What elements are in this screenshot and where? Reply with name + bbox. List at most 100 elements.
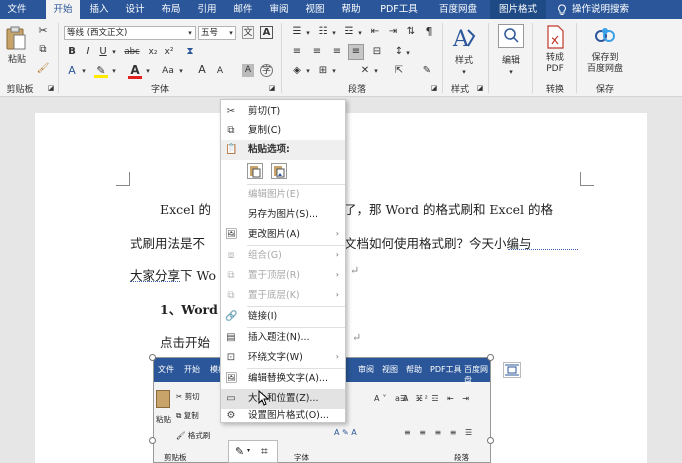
paste-button[interactable] [5,25,27,51]
asian-typography-icon[interactable]: ⇱ [392,65,406,77]
convert-pdf-icon[interactable] [544,24,566,50]
baidu-cloud-icon[interactable] [592,24,618,48]
styles-dialog-launcher[interactable]: ◪ [476,82,484,94]
doc-text-line[interactable]: Excel 的 [160,199,211,218]
paste-keep-format-icon[interactable] [247,163,263,179]
tab-file[interactable]: 文件 [0,0,34,19]
tab-layout[interactable]: 布局 [154,0,188,19]
change-case-button[interactable]: Aa [160,65,176,77]
chevron-down-icon[interactable]: ▾ [110,46,118,58]
crop-icon[interactable]: ⌗ [261,444,268,459]
font-color-icon[interactable]: A [128,64,142,76]
chinese-layout-icon[interactable]: ✕ [358,65,372,77]
pinyin-icon[interactable]: ✎ [420,65,434,77]
distributed-icon[interactable]: ⊟ [370,46,384,58]
superscript-icon[interactable]: x² [162,46,176,58]
doc-text-line[interactable]: 文档如何使用格式刷？今天小编与 [344,233,532,252]
doc-heading[interactable]: 1、Word [160,299,218,318]
menu-item-format-picture[interactable]: ⚙ 设置图片格式(O)... [221,409,345,423]
tab-pdf-tools[interactable]: PDF工具 [372,0,426,19]
chevron-down-icon[interactable]: ▾ [460,66,468,78]
multilevel-list-icon[interactable]: ☲ [342,26,356,38]
tab-view[interactable]: 视图 [298,0,332,19]
layout-options-button[interactable] [503,362,521,378]
shading-icon[interactable]: ◈ [290,65,304,77]
edit-search-icon[interactable] [498,24,524,48]
align-right-icon[interactable]: ≡ [330,46,344,58]
bullets-icon[interactable]: ☰ [290,26,304,38]
chevron-down-icon[interactable]: ▾ [404,47,412,59]
menu-item-copy[interactable]: ⧉ 复制(C) [221,121,345,141]
menu-item-bring-to-front[interactable]: ⧉ 置于顶层(R) › [221,266,345,286]
tab-references[interactable]: 引用 [190,0,224,19]
menu-item-wrap-text[interactable]: ⊡ 环绕文字(W) › [221,348,345,368]
chevron-down-icon[interactable]: ▾ [304,27,312,39]
copy-icon[interactable]: ⧉ [36,44,50,56]
cut-icon[interactable]: ✂ [36,25,50,37]
tab-help[interactable]: 帮助 [334,0,368,19]
doc-text-line[interactable]: 式刷用法是不 [130,233,205,252]
menu-item-insert-caption[interactable]: ▤ 插入题注(N)... [221,328,345,348]
grow-font-button[interactable]: A [196,64,208,76]
chevron-down-icon[interactable]: ▾ [177,65,185,77]
character-border-icon[interactable]: A [260,26,273,39]
tab-baidu-netdisk[interactable]: 百度网盘 [430,0,486,19]
paragraph-dialog-launcher[interactable]: ◪ [430,82,438,94]
resize-handle[interactable] [487,437,494,444]
doc-text-line[interactable]: 点击开始 [160,332,210,351]
italic-icon[interactable]: I [82,46,94,58]
paste-picture-icon[interactable] [271,163,287,179]
tab-home[interactable]: 开始 [46,0,80,19]
menu-item-size-and-position[interactable]: ▭ 大小和位置(Z)... [221,389,345,409]
picture-style-icon[interactable]: ✎ [235,445,244,458]
shrink-font-button[interactable]: A [214,65,226,77]
tab-picture-format[interactable]: 图片格式 [490,0,546,19]
wen-button[interactable]: 文 [242,26,254,39]
chevron-down-icon[interactable]: ▾ [80,65,88,77]
resize-handle[interactable] [487,354,494,361]
chevron-down-icon[interactable]: ▾ [186,27,194,39]
chevron-down-icon[interactable]: ▾ [304,65,312,77]
menu-item-send-to-back[interactable]: ⧉ 置于底层(K) › [221,286,345,306]
increase-indent-icon[interactable]: ⇥ [386,26,400,38]
tell-me-search[interactable]: 操作说明搜索 [572,0,668,19]
chevron-down-icon[interactable]: ▾ [330,65,338,77]
text-effect-icon[interactable]: A [66,65,78,77]
tab-insert[interactable]: 插入 [82,0,116,19]
doc-text-line[interactable]: 了，那 Word 的格式刷和 Excel 的格 [344,199,553,218]
menu-item-group[interactable]: ⧈ 组合(G) › [221,246,345,266]
font-name-combo[interactable]: 等线 (西文正文) [64,26,196,40]
menu-item-save-as-picture[interactable]: 另存为图片(S)... [221,205,345,225]
menu-item-edit-alt-text[interactable]: 🖼 编辑替换文字(A)... [221,369,345,389]
text-effects-icon[interactable]: ⧗ [182,46,198,58]
chevron-down-icon[interactable]: ▾ [144,65,152,77]
numbering-icon[interactable]: ☷ [316,26,330,38]
align-center-icon[interactable]: ≡ [310,46,324,58]
format-painter-icon[interactable]: 🖌 [36,63,50,75]
chevron-down-icon[interactable]: ▾ [356,27,364,39]
chevron-down-icon[interactable]: ▾ [110,65,118,77]
chevron-down-icon[interactable]: ▾ [372,65,380,77]
show-marks-icon[interactable]: ¶ [422,26,436,38]
sort-icon[interactable]: ⇅ [404,26,418,38]
menu-item-link[interactable]: 🔗 链接(I) [221,307,345,327]
strikethrough-icon[interactable]: abc [122,46,142,58]
clipboard-dialog-launcher[interactable]: ◪ [47,82,55,94]
enclose-characters-icon[interactable]: 字 [260,64,273,77]
bold-icon[interactable]: B [66,46,78,58]
borders-icon[interactable]: ⊞ [316,65,330,77]
tab-review[interactable]: 审阅 [262,0,296,19]
justify-icon[interactable]: ≡ [348,44,364,60]
resize-handle[interactable] [149,437,156,444]
menu-item-edit-picture[interactable]: 编辑图片(E) [221,185,345,205]
chevron-down-icon[interactable]: ▾ [247,447,250,454]
chevron-down-icon[interactable]: ▾ [507,66,515,78]
styles-icon[interactable]: A [450,24,478,54]
menu-item-change-picture[interactable]: 🖼 更改图片(A) › [221,225,345,245]
layout-options-toolbar[interactable]: ✎ ▾ ⌗ [228,440,278,463]
tab-mailings[interactable]: 邮件 [226,0,260,19]
subscript-icon[interactable]: x₂ [146,46,160,58]
underline-icon[interactable]: U [97,46,109,58]
chevron-down-icon[interactable]: ▾ [227,27,235,39]
resize-handle[interactable] [149,354,156,361]
